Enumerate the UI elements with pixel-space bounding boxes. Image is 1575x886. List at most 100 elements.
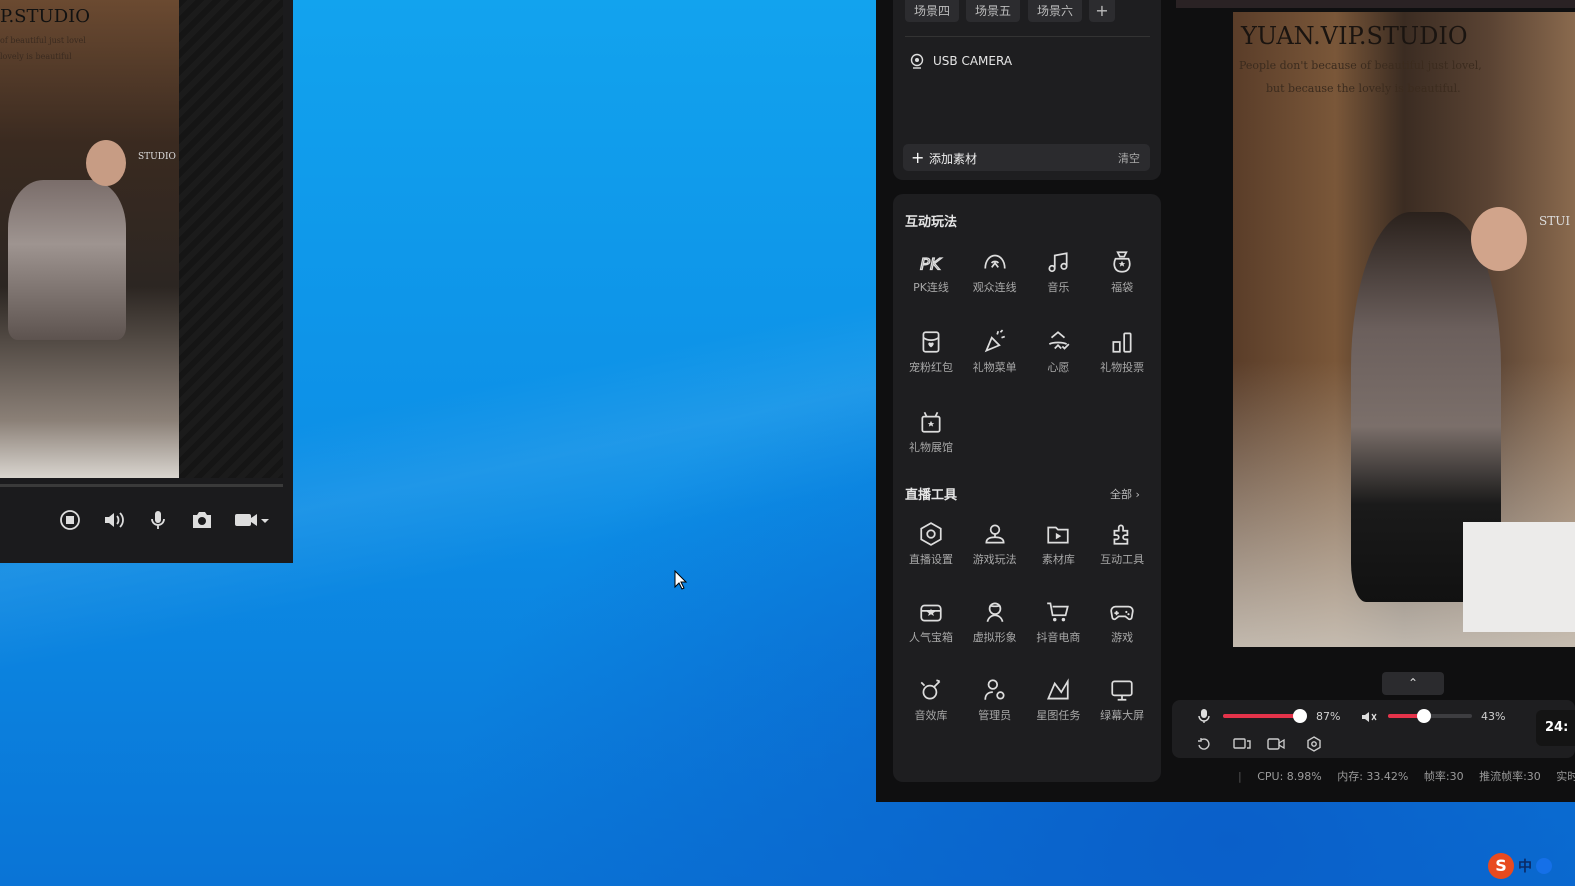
video-camera-icon[interactable] [234, 508, 270, 532]
ime-indicator[interactable]: S 中 [1488, 853, 1552, 879]
stop-icon[interactable] [58, 508, 82, 532]
live-tool-item-label: 音效库 [914, 709, 948, 722]
frame-rate: 帧率:30 [1423, 770, 1464, 783]
source-usb-camera[interactable]: USB CAMERA [909, 53, 1012, 69]
camera-video-feed: P.STUDIO of beautiful just lovel lovely … [0, 0, 179, 478]
mic-volume-slider[interactable] [1223, 709, 1307, 723]
interactive-item-label: 礼物菜单 [972, 361, 1017, 374]
preview-top-strip [1176, 0, 1575, 8]
interactive-item[interactable]: 宠粉红包 [899, 329, 963, 375]
speaker-muted-icon[interactable] [1361, 709, 1377, 723]
live-settings-icon [920, 522, 942, 546]
live-tool-item[interactable]: 直播设置 [899, 521, 963, 567]
red-packet-icon [922, 331, 940, 353]
live-tool-item-label: 绿幕大屏 [1100, 709, 1145, 722]
live-tool-item[interactable]: 抖音电商 [1026, 599, 1090, 645]
mic-volume-knob[interactable] [1292, 709, 1307, 723]
interactive-item[interactable]: 礼物菜单 [963, 329, 1027, 375]
interactive-item-label: 观众连线 [972, 281, 1017, 294]
live-tool-item-label: 互动工具 [1100, 553, 1145, 566]
live-tool-item[interactable]: 绿幕大屏 [1090, 677, 1154, 723]
scene-tab-5[interactable]: 场景五 [966, 0, 1020, 22]
green-screen-icon [1111, 680, 1133, 701]
speaker-volume-knob[interactable] [1417, 709, 1432, 723]
live-tool-item-label: 虚拟形象 [972, 631, 1017, 644]
interactive-tools-icon [1113, 524, 1129, 545]
effects-icon[interactable] [1196, 736, 1212, 752]
camera-subject-head [86, 140, 126, 186]
performance-status: | CPU: 8.98% 内存: 33.42% 帧率:30 推流帧率:30 实时… [1238, 768, 1575, 784]
camera-watermark: P.STUDIO [0, 6, 90, 27]
interactive-item[interactable]: 观众连线 [963, 249, 1027, 295]
live-tool-item[interactable]: 人气宝箱 [899, 599, 963, 645]
interactive-item-label: 礼物投票 [1100, 361, 1145, 374]
interactive-item[interactable]: 礼物投票 [1090, 329, 1154, 375]
interactive-item-label: 宠粉红包 [909, 361, 953, 374]
live-tool-item-label: 游戏玩法 [972, 553, 1017, 566]
add-scene-button[interactable]: + [1089, 0, 1115, 22]
live-tool-item[interactable]: 管理员 [963, 677, 1027, 723]
record-icon[interactable] [1267, 736, 1285, 752]
live-tool-item[interactable]: 游戏 [1090, 599, 1154, 645]
live-tool-item[interactable]: 游戏玩法 [963, 521, 1027, 567]
audience-link-icon [984, 254, 1006, 269]
interactive-item[interactable]: 福袋 [1090, 249, 1154, 295]
mic-volume-fill [1223, 714, 1300, 718]
ime-language: 中 [1518, 859, 1532, 875]
interactive-item[interactable]: 音乐 [1026, 249, 1090, 295]
add-material-bar: + 添加素材 清空 [903, 144, 1150, 171]
realtime-bitrate: 实时码 [1556, 770, 1575, 783]
live-tool-item-label: 素材库 [1041, 553, 1075, 566]
live-tool-item[interactable]: 音效库 [899, 677, 963, 723]
divider [905, 36, 1150, 37]
interactive-item-label: 福袋 [1111, 281, 1134, 294]
material-library-icon [1047, 526, 1070, 544]
emoji-icon[interactable] [1536, 858, 1552, 874]
live-tool-item[interactable]: 互动工具 [1090, 521, 1154, 567]
screen-share-icon[interactable] [1233, 736, 1251, 752]
admin-icon [984, 679, 1005, 700]
memory-usage: 内存: 33.42% [1337, 770, 1409, 783]
view-all-link[interactable]: 全部 › [1110, 486, 1140, 502]
game-play-icon [985, 524, 1005, 544]
speaker-icon[interactable] [102, 508, 126, 532]
camera-controls [58, 508, 270, 532]
pk-icon: PK [920, 254, 943, 274]
interactive-item[interactable]: 礼物展馆 [899, 409, 963, 455]
speaker-volume-slider[interactable] [1388, 709, 1472, 723]
camera-subject [8, 180, 126, 340]
live-preview-canvas[interactable]: YUAN.VIP.STUDIO People don't because of … [1233, 12, 1575, 647]
camera-icon[interactable] [190, 508, 214, 532]
lucky-bag-icon [1113, 251, 1131, 273]
live-tool-item-label: 抖音电商 [1036, 631, 1081, 644]
scene-tab-6[interactable]: 场景六 [1028, 0, 1082, 22]
gamepad-icon [1110, 605, 1134, 621]
interactive-item[interactable]: 心愿 [1026, 329, 1090, 375]
preview-tagline-2: but because the lovely is beautiful. [1266, 82, 1461, 95]
clear-button[interactable]: 清空 [1118, 150, 1140, 166]
live-tools-section-title: 直播工具 [905, 488, 958, 503]
expand-panel-button[interactable]: ⌃ [1382, 672, 1444, 695]
live-tool-item[interactable]: 虚拟形象 [963, 599, 1027, 645]
camera-studio-tag: STUDIO [138, 152, 176, 162]
scene-tab-4[interactable]: 场景四 [905, 0, 959, 22]
chevron-up-icon: ⌃ [1407, 676, 1419, 690]
svg-text:PK: PK [920, 255, 942, 274]
live-tool-item[interactable]: 素材库 [1026, 521, 1090, 567]
preview-side-tag: STUI [1539, 214, 1571, 228]
camera-preview-window[interactable]: P.STUDIO of beautiful just lovel lovely … [0, 0, 293, 563]
speaker-volume-percent: 43% [1481, 710, 1506, 723]
camera-letterbox [179, 0, 283, 478]
chevron-right-icon: › [1135, 488, 1140, 501]
preview-tagline-1: People don't because of beautiful just l… [1239, 59, 1482, 72]
live-tool-item[interactable]: 星图任务 [1026, 677, 1090, 723]
interactive-item[interactable]: PK PK连线 [899, 249, 963, 295]
live-tool-item-label: 管理员 [978, 709, 1012, 722]
camera-progress-bar[interactable] [0, 484, 283, 487]
camera-watermark-line2: lovely is beautiful [0, 52, 72, 61]
microphone-icon[interactable] [146, 508, 170, 532]
microphone-icon[interactable] [1197, 708, 1211, 724]
gift-menu-icon [984, 329, 1005, 353]
settings-icon[interactable] [1306, 736, 1322, 752]
add-material-button[interactable]: 添加素材 [929, 150, 977, 167]
